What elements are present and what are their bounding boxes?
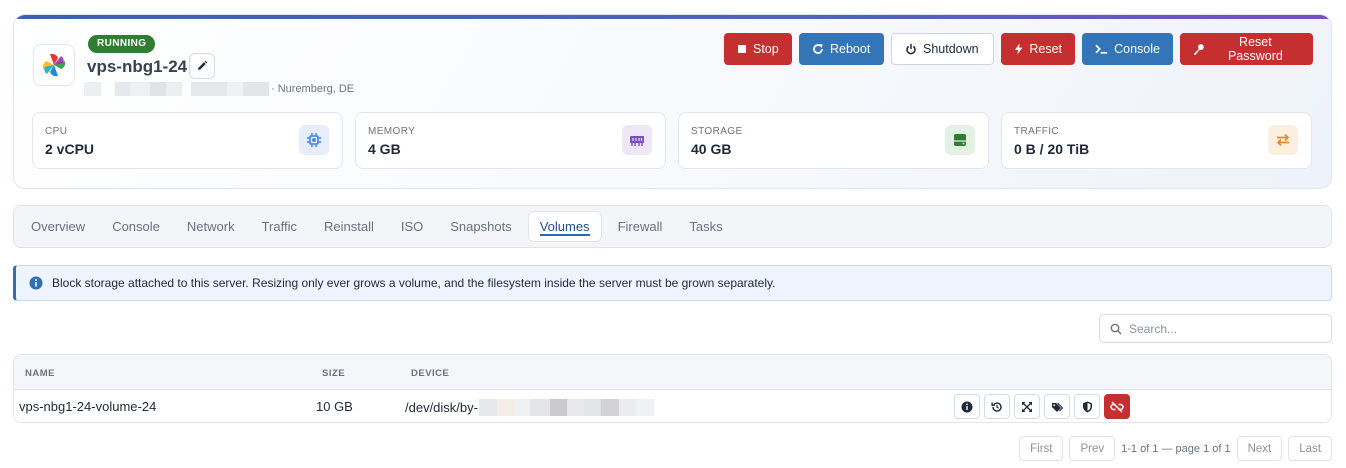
stat-memory: MEMORY 4 GB	[355, 112, 666, 169]
tab-iso[interactable]: ISO	[390, 212, 434, 241]
shutdown-button[interactable]: Shutdown	[891, 33, 994, 65]
tab-reinstall[interactable]: Reinstall	[313, 212, 385, 241]
tags-icon	[1051, 402, 1063, 412]
volume-labels-button[interactable]	[1044, 394, 1070, 419]
stop-label: Stop	[753, 42, 779, 56]
search-input[interactable]	[1129, 321, 1319, 336]
stat-label: CPU	[45, 126, 68, 137]
page-info: 1-1 of 1 — page 1 of 1	[1121, 442, 1231, 455]
key-icon	[1193, 44, 1204, 55]
tab-network[interactable]: Network	[176, 212, 246, 241]
prev-page-button[interactable]: Prev	[1069, 436, 1116, 461]
reboot-label: Reboot	[830, 42, 871, 56]
reset-password-button[interactable]: Reset Password	[1180, 33, 1313, 65]
reset-label: Reset	[1029, 42, 1062, 56]
stat-value: 4 GB	[368, 141, 401, 157]
tab-firewall[interactable]: Firewall	[607, 212, 674, 241]
server-logo	[33, 44, 75, 86]
next-page-button[interactable]: Next	[1236, 436, 1283, 461]
info-icon	[29, 276, 43, 290]
reboot-icon	[813, 44, 823, 54]
device-path: /dev/disk/by-	[405, 400, 478, 415]
search-icon	[1110, 323, 1122, 334]
stat-label: MEMORY	[368, 126, 416, 137]
server-location: · Nuremberg, DE	[271, 83, 355, 95]
tab-bar: Overview Console Network Traffic Reinsta…	[13, 205, 1332, 248]
volume-info-button[interactable]	[954, 394, 980, 419]
column-name: NAME	[25, 368, 55, 379]
server-card: RUNNING vps-nbg1-24 · Nuremberg, DE Stop	[13, 14, 1332, 189]
accent-bar	[14, 15, 1331, 19]
pagination: First Prev 1-1 of 1 — page 1 of 1 Next L…	[1019, 436, 1332, 461]
stat-value: 40 GB	[691, 141, 732, 157]
server-name: vps-nbg1-24	[87, 57, 188, 76]
stat-value: 2 vCPU	[45, 141, 95, 157]
pencil-icon	[198, 60, 208, 70]
stop-button[interactable]: Stop	[724, 33, 792, 65]
memory-icon	[622, 125, 652, 155]
tab-snapshots[interactable]: Snapshots	[439, 212, 522, 241]
stat-cpu: CPU 2 vCPU	[32, 112, 343, 169]
expand-icon	[1022, 401, 1032, 412]
stat-label: STORAGE	[691, 126, 743, 137]
stat-label: TRAFFIC	[1014, 126, 1060, 137]
tab-traffic[interactable]: Traffic	[251, 212, 308, 241]
reset-password-label: Reset Password	[1227, 35, 1283, 63]
tab-console[interactable]: Console	[101, 212, 171, 241]
redacted-ip	[84, 82, 101, 96]
info-text: Block storage attached to this server. R…	[52, 276, 776, 290]
stat-value: 0 B / 20 TiB	[1014, 141, 1090, 157]
volume-name: vps-nbg1-24-volume-24	[19, 399, 157, 414]
shield-icon	[1082, 401, 1092, 412]
table-header: NAME SIZE DEVICE	[14, 355, 1331, 390]
transfer-icon	[1268, 125, 1298, 155]
info-alert: Block storage attached to this server. R…	[13, 265, 1332, 301]
reboot-button[interactable]: Reboot	[799, 33, 884, 65]
console-button[interactable]: Console	[1082, 33, 1173, 65]
table-row: vps-nbg1-24-volume-24 10 GB /dev/disk/by…	[14, 390, 1331, 422]
first-page-button[interactable]: First	[1019, 436, 1064, 461]
console-label: Console	[1114, 42, 1160, 56]
stop-icon	[738, 45, 746, 53]
redacted-device-id	[478, 399, 654, 416]
volume-device: /dev/disk/by-	[405, 399, 654, 416]
info-icon	[961, 401, 973, 412]
search-box	[1099, 314, 1332, 343]
last-page-button[interactable]: Last	[1288, 436, 1332, 461]
volume-detach-button[interactable]	[1104, 394, 1130, 419]
tab-tasks[interactable]: Tasks	[678, 212, 733, 241]
tab-volumes[interactable]: Volumes	[527, 211, 602, 242]
resource-stats: CPU 2 vCPU MEMORY 4 GB STORAGE 40 GB TRA…	[32, 112, 1312, 169]
volume-size: 10 GB	[316, 399, 353, 414]
stat-storage: STORAGE 40 GB	[678, 112, 989, 169]
bolt-icon	[1014, 43, 1023, 55]
cpu-icon	[299, 125, 329, 155]
edit-name-button[interactable]	[189, 53, 215, 79]
column-device: DEVICE	[411, 368, 450, 379]
volumes-table: NAME SIZE DEVICE vps-nbg1-24-volume-24 1…	[13, 354, 1332, 423]
tab-overview[interactable]: Overview	[20, 212, 96, 241]
terminal-icon	[1095, 44, 1108, 54]
shutdown-label: Shutdown	[923, 42, 979, 56]
column-size: SIZE	[322, 368, 346, 379]
power-icon	[906, 44, 916, 55]
unlink-icon	[1110, 400, 1124, 413]
reset-button[interactable]: Reset	[1001, 33, 1075, 65]
row-actions	[954, 394, 1130, 419]
ip-address-row: · Nuremberg, DE	[84, 82, 354, 96]
volume-protection-button[interactable]	[1074, 394, 1100, 419]
status-badge: RUNNING	[88, 35, 156, 53]
stat-traffic: TRAFFIC 0 B / 20 TiB	[1001, 112, 1312, 169]
storage-icon	[945, 125, 975, 155]
volume-resize-button[interactable]	[1014, 394, 1040, 419]
server-actions: Stop Reboot Shutdown Reset Console Reset…	[724, 33, 1313, 65]
volume-history-button[interactable]	[984, 394, 1010, 419]
history-icon	[991, 401, 1002, 412]
pinwheel-logo-icon	[42, 53, 66, 77]
